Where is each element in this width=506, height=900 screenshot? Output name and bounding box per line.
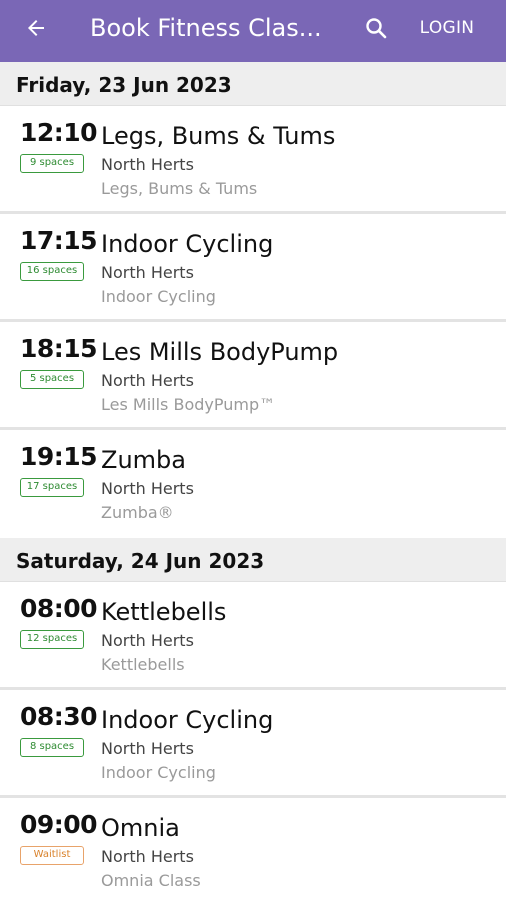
- class-time: 12:10: [20, 118, 98, 147]
- spaces-badge: 5 spaces: [20, 370, 84, 389]
- class-subtitle: Omnia Class: [101, 871, 201, 890]
- class-location: North Herts: [101, 479, 194, 498]
- class-name: Indoor Cycling: [101, 706, 274, 734]
- waitlist-badge: Waitlist: [20, 846, 84, 865]
- class-time: 18:15: [20, 334, 98, 363]
- class-subtitle: Legs, Bums & Tums: [101, 179, 258, 198]
- class-row[interactable]: 12:10 9 spaces Legs, Bums & Tums North H…: [0, 106, 506, 214]
- spaces-badge: 16 spaces: [20, 262, 84, 281]
- spaces-badge: 17 spaces: [20, 478, 84, 497]
- class-name: Les Mills BodyPump: [101, 338, 339, 366]
- spaces-badge: 8 spaces: [20, 738, 84, 757]
- class-location: North Herts: [101, 371, 194, 390]
- class-time: 17:15: [20, 226, 98, 255]
- class-name: Indoor Cycling: [101, 230, 274, 258]
- arrow-left-icon: [24, 16, 48, 45]
- class-row[interactable]: 17:15 16 spaces Indoor Cycling North Her…: [0, 214, 506, 322]
- spaces-badge: 12 spaces: [20, 630, 84, 649]
- class-row[interactable]: 18:15 5 spaces Les Mills BodyPump North …: [0, 322, 506, 430]
- class-subtitle: Zumba®: [101, 503, 174, 522]
- class-name: Omnia: [101, 814, 180, 842]
- class-name: Kettlebells: [101, 598, 227, 626]
- search-button[interactable]: [358, 12, 394, 48]
- class-time: 09:00: [20, 810, 98, 839]
- class-time: 08:30: [20, 702, 98, 731]
- class-subtitle: Indoor Cycling: [101, 287, 216, 306]
- class-row[interactable]: 08:00 12 spaces Kettlebells North Herts …: [0, 582, 506, 690]
- spaces-badge: 9 spaces: [20, 154, 84, 173]
- class-subtitle: Les Mills BodyPump™: [101, 395, 276, 414]
- class-list: Friday, 23 Jun 2023 12:10 9 spaces Legs,…: [0, 62, 506, 900]
- class-row[interactable]: 08:30 8 spaces Indoor Cycling North Hert…: [0, 690, 506, 798]
- day-header: Friday, 23 Jun 2023: [0, 62, 506, 106]
- class-location: North Herts: [101, 263, 194, 282]
- class-time: 08:00: [20, 594, 98, 623]
- class-row[interactable]: 19:15 17 spaces Zumba North Herts Zumba®: [0, 430, 506, 538]
- class-location: North Herts: [101, 631, 194, 650]
- class-name: Legs, Bums & Tums: [101, 122, 336, 150]
- class-location: North Herts: [101, 155, 194, 174]
- class-name: Zumba: [101, 446, 186, 474]
- class-subtitle: Kettlebells: [101, 655, 185, 674]
- class-time: 19:15: [20, 442, 98, 471]
- login-button[interactable]: LOGIN: [412, 18, 482, 42]
- search-icon: [364, 16, 388, 45]
- class-subtitle: Indoor Cycling: [101, 763, 216, 782]
- class-location: North Herts: [101, 739, 194, 758]
- back-button[interactable]: [18, 12, 54, 48]
- day-header: Saturday, 24 Jun 2023: [0, 538, 506, 582]
- class-location: North Herts: [101, 847, 194, 866]
- class-row[interactable]: 09:00 Waitlist Omnia North Herts Omnia C…: [0, 798, 506, 900]
- app-bar: Book Fitness Clas... LOGIN: [0, 0, 506, 62]
- page-title: Book Fitness Clas...: [90, 14, 322, 42]
